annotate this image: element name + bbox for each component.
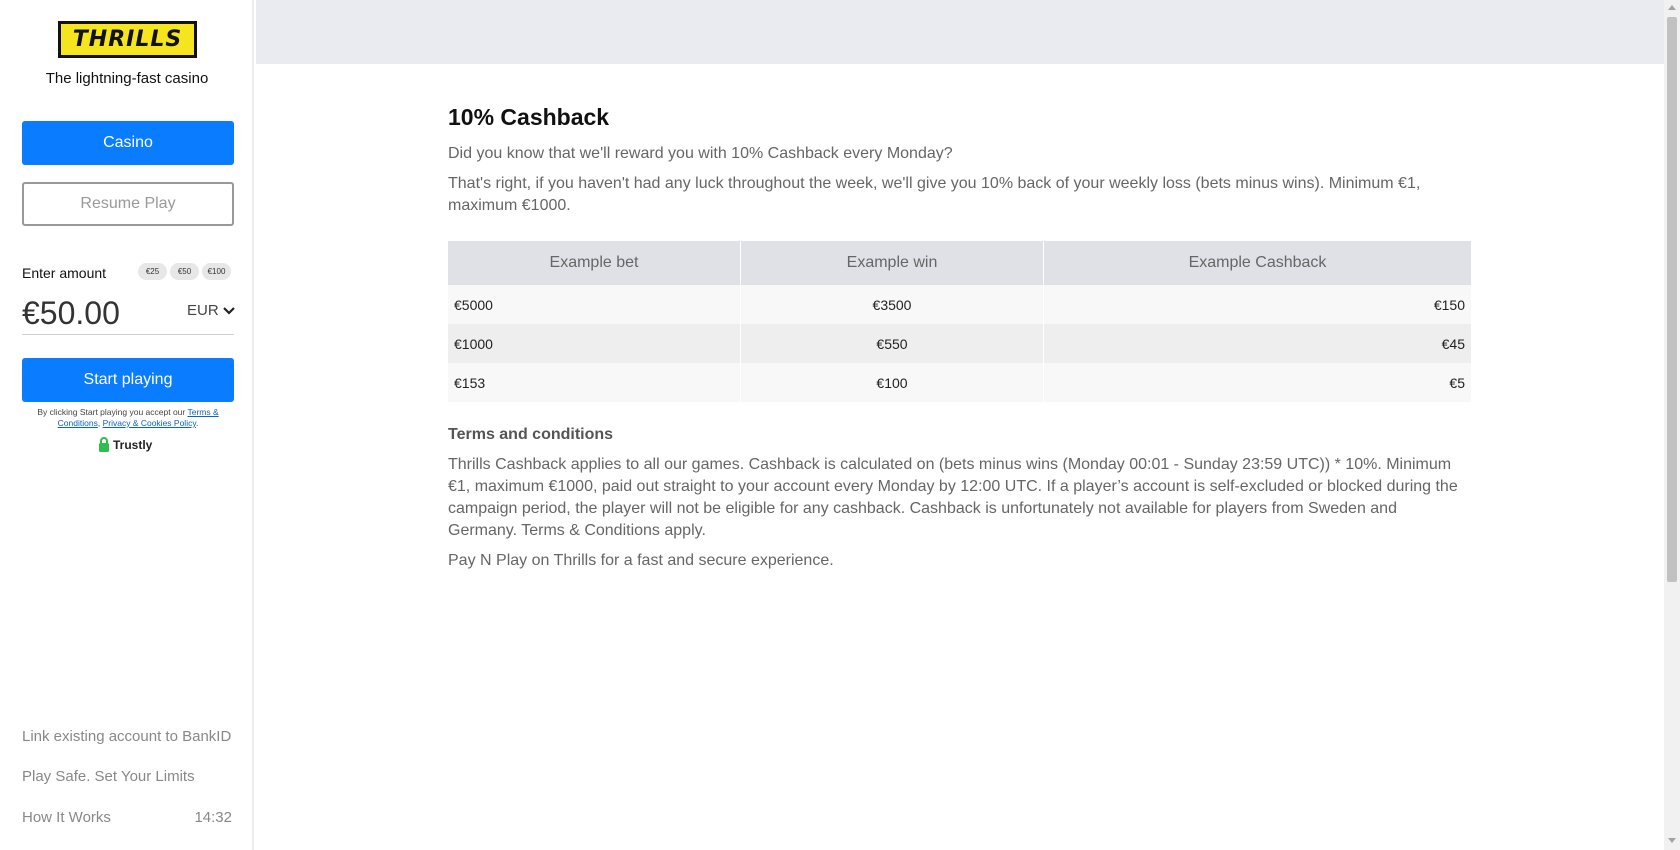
header-cashback: Example Cashback xyxy=(1043,241,1472,285)
cell-win: €3500 xyxy=(740,285,1044,324)
top-bar xyxy=(256,0,1664,64)
disclaimer: By clicking Start playing you accept our… xyxy=(37,407,219,428)
cell-win: €550 xyxy=(740,324,1044,363)
main-content: 10% Cashback Did you know that we'll rew… xyxy=(448,104,1472,580)
cashback-table: Example bet Example win Example Cashback… xyxy=(448,241,1472,402)
amount-chips: €25 €50 €100 xyxy=(138,263,231,280)
table-row: €153 €100 €5 xyxy=(448,363,1472,402)
chip-50[interactable]: €50 xyxy=(170,263,199,280)
page-title: 10% Cashback xyxy=(448,104,610,130)
cell-win: €100 xyxy=(740,363,1044,402)
chip-100[interactable]: €100 xyxy=(202,263,231,280)
bankid-link[interactable]: Link existing account to BankID xyxy=(22,728,231,745)
currency-label: EUR xyxy=(187,302,219,319)
footer-text: Pay N Play on Thrills for a fast and sec… xyxy=(448,552,834,569)
scroll-up-icon[interactable] xyxy=(1668,5,1676,10)
cell-bet: €153 xyxy=(448,363,741,402)
cell-cashback: €45 xyxy=(1043,324,1472,363)
trustly-badge: Trustly xyxy=(98,437,152,453)
table-header-row: Example bet Example win Example Cashback xyxy=(448,241,1472,285)
thrills-logo[interactable]: THRILLS xyxy=(58,21,197,58)
cell-bet: €1000 xyxy=(448,324,741,363)
terms-heading: Terms and conditions xyxy=(448,426,614,443)
header-bet: Example bet xyxy=(448,241,741,285)
privacy-link[interactable]: Privacy & Cookies Policy xyxy=(103,418,196,428)
cell-cashback: €5 xyxy=(1043,363,1472,402)
trustly-label: Trustly xyxy=(113,438,153,452)
amount-input[interactable]: €50.00 xyxy=(22,295,120,332)
chevron-down-icon xyxy=(222,306,235,315)
page-scrollbar[interactable] xyxy=(1664,0,1680,850)
table-row: €1000 €550 €45 xyxy=(448,324,1472,363)
casino-button[interactable]: Casino xyxy=(22,121,234,165)
trustly-lock-icon xyxy=(99,437,109,452)
how-it-works-link[interactable]: How It Works xyxy=(22,809,111,826)
details-text: That's right, if you haven't had any luc… xyxy=(448,175,1421,214)
disclaimer-text: By clicking Start playing you accept our xyxy=(37,407,186,417)
start-playing-button[interactable]: Start playing xyxy=(22,358,234,402)
intro-text: Did you know that we'll reward you with … xyxy=(448,145,953,162)
cell-bet: €5000 xyxy=(448,285,741,324)
scroll-thumb[interactable] xyxy=(1667,17,1677,582)
cell-cashback: €150 xyxy=(1043,285,1472,324)
amount-underline xyxy=(22,334,234,335)
amount-label: Enter amount xyxy=(22,265,107,281)
play-safe-link[interactable]: Play Safe. Set Your Limits xyxy=(22,768,195,785)
sidebar: THRILLS The lightning-fast casino Casino… xyxy=(0,0,254,850)
currency-select[interactable]: EUR xyxy=(187,302,235,319)
table-row: €5000 €3500 €150 xyxy=(448,285,1472,324)
terms-text: Thrills Cashback applies to all our game… xyxy=(448,456,1458,539)
tagline: The lightning-fast casino xyxy=(45,70,209,87)
scroll-down-icon[interactable] xyxy=(1668,838,1676,843)
resume-play-button[interactable]: Resume Play xyxy=(22,182,234,226)
logo-text: THRILLS xyxy=(72,27,183,52)
chip-25[interactable]: €25 xyxy=(138,263,167,280)
header-win: Example win xyxy=(740,241,1044,285)
clock: 14:32 xyxy=(194,809,232,826)
